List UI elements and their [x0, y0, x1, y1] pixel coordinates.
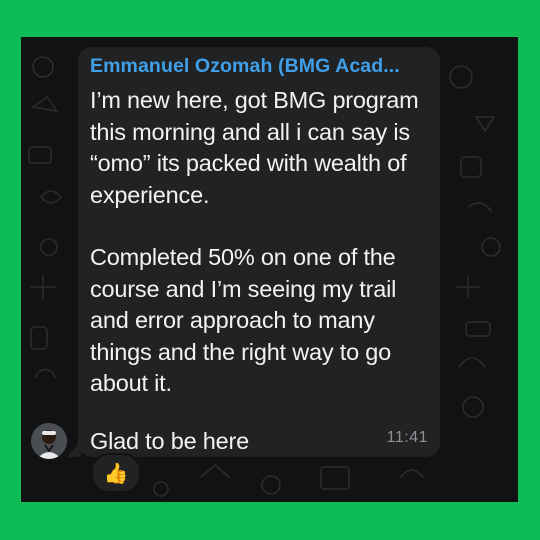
person-avatar-icon[interactable]: [31, 423, 67, 459]
message-paragraph-1: I’m new here, got BMG program this morni…: [90, 87, 419, 208]
message-bubble[interactable]: Emmanuel Ozomah (BMG Acad... I’m new her…: [78, 47, 440, 457]
message-paragraph-2: Completed 50% on one of the course and I…: [90, 244, 397, 396]
sender-name[interactable]: Emmanuel Ozomah (BMG Acad...: [90, 55, 430, 78]
thumbs-up-reaction[interactable]: 👍: [91, 453, 141, 493]
message-paragraph-3: Glad to be here: [90, 428, 249, 454]
chat-screenshot: Emmanuel Ozomah (BMG Acad... I’m new her…: [21, 37, 518, 502]
message-timestamp: 11:41: [386, 429, 428, 446]
